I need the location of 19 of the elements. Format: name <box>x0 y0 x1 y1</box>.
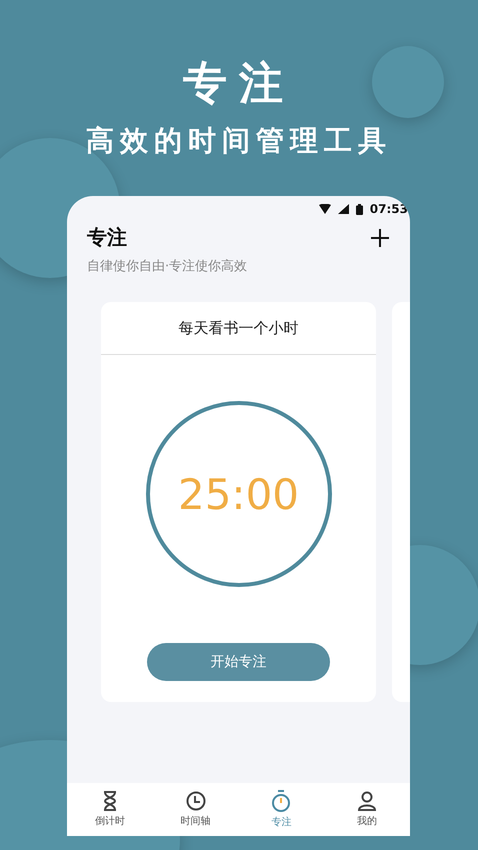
signal-icon <box>338 204 349 214</box>
start-button[interactable]: 开始专注 <box>147 643 330 681</box>
clock-icon <box>186 791 206 811</box>
tab[interactable]: 我的 <box>324 783 410 836</box>
card-title: 每天看书一个小时 <box>101 302 376 355</box>
stopwatch-icon <box>271 790 292 812</box>
tab[interactable]: 倒计时 <box>67 783 153 836</box>
tab[interactable]: 专注 <box>238 783 324 836</box>
page-subtitle: 自律使你自由·专注使你高效 <box>86 258 248 275</box>
headline: 专注 <box>183 58 295 110</box>
page-title: 专注 <box>87 224 127 251</box>
battery-icon <box>356 204 363 214</box>
timer-text: 25:00 <box>178 470 300 518</box>
wifi-icon <box>318 204 331 214</box>
status-time: 07:53 <box>370 202 408 216</box>
tagline: 高效的时间管理工具 <box>86 124 392 158</box>
tab[interactable]: 时间轴 <box>152 783 238 836</box>
plus-icon[interactable] <box>370 228 390 248</box>
person-icon <box>357 791 378 811</box>
